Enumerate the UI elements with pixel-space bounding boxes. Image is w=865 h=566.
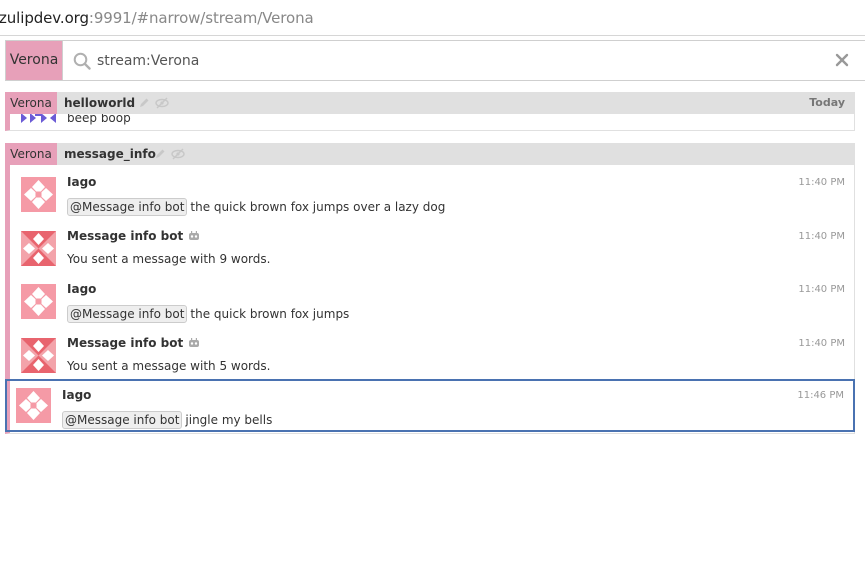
message-text: You sent a message with 9 words. [67,252,271,266]
pencil-icon[interactable] [138,97,150,109]
message-row[interactable]: Iago 11:40 PM @Message info bot the quick… [10,165,855,218]
message-content: You sent a message with 9 words. [67,252,270,266]
message-row-selected[interactable]: Iago 11:46 PM @Message info bot jingle my… [5,379,855,432]
search-bar[interactable]: Verona [5,40,865,81]
avatar-iago[interactable] [21,177,56,212]
message-text: the quick brown fox jumps over a lazy do… [190,200,446,214]
message-time[interactable]: 11:40 PM [798,284,845,295]
url-path: :9991/#narrow/stream/Verona [88,9,314,27]
pencil-icon[interactable] [154,148,166,160]
close-icon[interactable] [835,53,849,67]
message-content: @Message info bot the quick brown fox jum… [67,198,445,216]
message-time[interactable]: 11:40 PM [798,231,845,242]
message-text: jingle my bells [185,413,273,427]
message-text: the quick brown fox jumps [190,307,350,321]
message-content: @Message info bot jingle my bells [62,411,272,429]
search-icon[interactable] [73,52,91,70]
sender-label: Message info bot [67,229,184,243]
stream-label[interactable]: Verona [5,92,57,114]
sender-name[interactable]: Message info bot [67,229,200,243]
message-text: You sent a message with 5 words. [67,359,271,373]
eye-slash-icon[interactable] [155,97,169,109]
topic-label[interactable]: helloworld [64,92,135,114]
user-mention[interactable]: @Message info bot [62,411,183,429]
robot-icon [189,338,200,347]
message-row[interactable]: Iago 11:40 PM @Message info bot the quick… [10,272,855,325]
stream-label[interactable]: Verona [5,143,57,165]
url-text[interactable]: zulipdev.org:9991/#narrow/stream/Verona [0,9,314,27]
recipient-bar-message-info[interactable]: Verona message_info [5,143,855,165]
recipient-bar-helloworld[interactable]: Verona helloworld Today [5,92,855,114]
eye-slash-icon[interactable] [171,148,185,160]
message-time[interactable]: 11:40 PM [798,338,845,349]
avatar-iago[interactable] [21,284,56,319]
sender-name[interactable]: Message info bot [67,336,200,350]
search-stream-pill[interactable]: Verona [6,41,63,80]
sender-name[interactable]: Iago [67,175,96,189]
message-content: You sent a message with 5 words. [67,359,270,373]
sender-name[interactable]: Iago [67,282,96,296]
user-mention[interactable]: @Message info bot [67,305,188,323]
avatar-message-info-bot[interactable] [21,338,56,373]
avatar-iago[interactable] [16,388,51,423]
url-host: zulipdev.org [0,9,89,27]
search-input[interactable] [97,41,797,80]
user-mention[interactable]: @Message info bot [67,198,188,216]
message-time[interactable]: 11:40 PM [798,177,845,188]
message-content: @Message info bot the quick brown fox jum… [67,305,349,323]
sender-label: Message info bot [67,336,184,350]
robot-icon [189,231,200,240]
message-time[interactable]: 11:46 PM [797,390,844,401]
avatar-message-info-bot[interactable] [21,231,56,266]
message-group-message-info: Iago 11:40 PM @Message info bot the quick… [5,165,855,434]
browser-url-bar[interactable]: zulipdev.org:9991/#narrow/stream/Verona [0,0,865,36]
message-row[interactable]: Message info bot 11:40 PM You sent a mes… [10,326,855,379]
date-label: Today [809,96,845,109]
message-group-helloworld: beep boop [5,111,855,131]
sender-name[interactable]: Iago [62,388,91,402]
topic-label[interactable]: message_info [64,143,156,165]
message-row[interactable]: Message info bot 11:40 PM You sent a mes… [10,219,855,272]
